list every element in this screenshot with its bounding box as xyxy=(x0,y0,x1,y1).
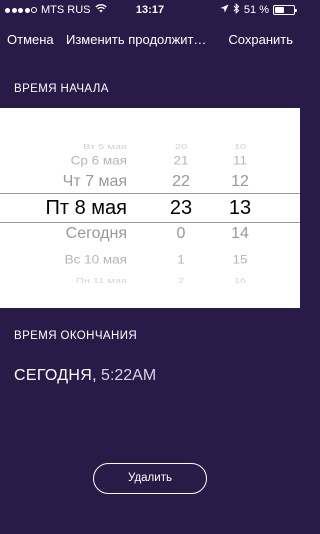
picker-hour-cell: 2 xyxy=(177,276,185,285)
picker-hour-cell: 23 xyxy=(169,197,193,219)
status-bar: MTS RUS 13:17 51 % xyxy=(0,0,300,20)
end-time-value[interactable]: СЕГОДНЯ, 5:22AM xyxy=(14,367,156,385)
picker-selection-line-top xyxy=(0,193,300,194)
picker-hour-cell: 1 xyxy=(177,252,185,267)
picker-date-cell: Вс 10 мая xyxy=(64,252,127,267)
picker-row[interactable]: Вс 10 мая 1 15 xyxy=(0,247,300,273)
picker-hour-cell: 0 xyxy=(176,225,186,242)
end-time-day: СЕГОДНЯ xyxy=(14,367,93,384)
picker-date-cell: Пт 8 мая xyxy=(45,197,127,219)
cancel-button[interactable]: Отмена xyxy=(7,32,54,47)
picker-minute-cell: 16 xyxy=(233,276,247,285)
end-time-clock: 5:22AM xyxy=(96,367,157,384)
save-button[interactable]: Сохранить xyxy=(228,32,293,47)
picker-minute-cell: 15 xyxy=(232,252,248,267)
picker-minute-cell: 10 xyxy=(233,142,247,151)
location-arrow-icon xyxy=(220,4,229,16)
picker-row[interactable]: Вт 5 мая 20 10 xyxy=(0,134,300,160)
bluetooth-icon xyxy=(233,2,240,17)
picker-date-cell: Вт 5 мая xyxy=(83,142,127,151)
navigation-bar: Отмена Изменить продолжительность Сохран… xyxy=(0,20,300,64)
delete-button[interactable]: Удалить xyxy=(93,463,207,494)
picker-row-selected[interactable]: Пт 8 мая 23 13 xyxy=(0,195,300,221)
battery-icon xyxy=(273,5,297,15)
picker-date-cell: Пн 11 мая xyxy=(75,276,127,285)
nav-title: Изменить продолжительность xyxy=(66,32,212,47)
picker-selection-line-bottom xyxy=(0,222,300,223)
picker-minute-cell: 13 xyxy=(228,197,252,219)
picker-minute-cell: 14 xyxy=(231,225,249,242)
battery-percent: 51 % xyxy=(243,4,269,16)
date-time-picker[interactable]: Пн 11 мая 2 16 Вс 10 мая 1 15 Сегодня 0 14 Пт 8 м… xyxy=(0,108,300,308)
status-bar-right: 51 % xyxy=(220,2,297,17)
picker-hour-cell: 20 xyxy=(174,142,188,151)
end-time-heading: ВРЕМЯ ОКОНЧАНИЯ xyxy=(14,330,138,342)
start-time-heading: ВРЕМЯ НАЧАЛА xyxy=(14,83,109,95)
picker-row[interactable]: Сегодня 0 14 xyxy=(0,221,300,247)
picker-date-cell: Сегодня xyxy=(65,225,127,242)
battery-level-fill xyxy=(275,7,284,13)
